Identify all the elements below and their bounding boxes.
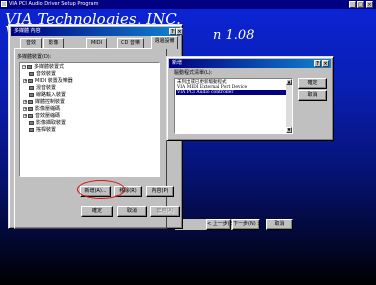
tree-item[interactable]: + 媒體控制裝置 <box>23 99 65 105</box>
add-dialog-titlebar: 新增 ? × <box>169 59 331 68</box>
tree-item[interactable]: 影像擷取裝置 <box>29 120 66 126</box>
add-driver-dialog: 新增 ? × 驅動程式清單(L): 未列出或已更新驅動程式 VIA MIDI E… <box>166 56 334 141</box>
wizard-cancel-button[interactable]: 取消 <box>266 219 293 230</box>
tree-item[interactable]: + 音效壓縮碼 <box>23 113 60 119</box>
expand-icon[interactable]: + <box>23 114 27 118</box>
tab-devices[interactable]: 週邊設備 <box>151 36 178 49</box>
help-button[interactable]: ? <box>169 28 176 35</box>
device-tree[interactable]: − 多媒體裝置式 音效裝置 + MIDI 裝置及樂器 混音裝置 線路輸入裝置 + 媒體… <box>19 62 160 177</box>
video-codec-icon <box>28 107 33 111</box>
installer-version: n 1.08 <box>213 28 255 43</box>
add-cancel-button[interactable]: 取消 <box>298 90 327 101</box>
setup-titlebar: VIA PCI Audio Driver Setup Program _ □ × <box>0 0 376 9</box>
apply-button: 套用(A) <box>150 206 180 217</box>
properties-titlebar: 多媒體 內容 ? × <box>11 27 183 36</box>
list-scrollbar[interactable]: ▲ ▼ <box>286 79 292 133</box>
properties-button[interactable]: 內容(P) <box>146 186 174 197</box>
tree-item[interactable]: + 影像壓縮碼 <box>23 106 60 112</box>
close-button[interactable]: × <box>322 60 329 67</box>
help-button[interactable]: ? <box>314 60 321 67</box>
scroll-up-icon[interactable]: ▲ <box>286 79 292 85</box>
highlight-circle <box>77 180 125 199</box>
setup-title: VIA PCI Audio Driver Setup Program <box>9 1 99 7</box>
video-capture-icon <box>29 121 34 125</box>
line-input-icon <box>29 93 34 97</box>
driver-list-label: 驅動程式清單(L): <box>174 70 213 76</box>
driver-list[interactable]: 未列出或已更新驅動程式 VIA MIDI External Port Devic… <box>174 78 293 134</box>
tab-sound[interactable]: 音效 <box>20 38 42 48</box>
next-button[interactable]: 下一步(N) > <box>232 219 261 230</box>
joystick-icon <box>29 128 34 132</box>
collapse-icon[interactable]: − <box>22 65 26 69</box>
tab-cd-music[interactable]: CD 音樂 <box>117 38 144 48</box>
back-button[interactable]: < 上一步(B) <box>206 219 235 230</box>
tree-item[interactable]: 搖桿裝置 <box>29 127 56 133</box>
mixer-icon <box>29 86 34 90</box>
devices-label: 多媒體裝置(D): <box>17 54 52 60</box>
ok-button[interactable]: 確定 <box>81 206 113 217</box>
tree-item[interactable]: + MIDI 裝置及樂器 <box>23 78 73 84</box>
setup-app-icon <box>1 1 7 7</box>
tree-item[interactable]: 音效裝置 <box>29 71 56 77</box>
tab-video[interactable]: 影像 <box>43 38 64 48</box>
expand-icon[interactable]: + <box>23 79 27 83</box>
maximize-button[interactable]: □ <box>357 1 364 8</box>
multimedia-icon <box>27 65 32 69</box>
cancel-button[interactable]: 取消 <box>117 206 147 217</box>
tree-item[interactable]: − 多媒體裝置式 <box>22 64 64 70</box>
devices-panel: 多媒體裝置(D): − 多媒體裝置式 音效裝置 + MIDI 裝置及樂器 混音裝置 … <box>14 48 167 229</box>
expand-icon[interactable]: + <box>23 100 27 104</box>
add-dialog-title: 新增 <box>172 60 183 66</box>
scroll-down-icon[interactable]: ▼ <box>286 127 292 133</box>
close-button[interactable]: × <box>176 28 183 35</box>
minimize-button[interactable]: _ <box>349 1 356 8</box>
media-control-icon <box>28 100 33 104</box>
speaker-icon <box>29 72 34 76</box>
midi-icon <box>28 79 33 83</box>
properties-title: 多媒體 內容 <box>14 28 41 34</box>
close-button[interactable]: × <box>366 1 373 8</box>
list-item-selected[interactable]: VIA PCI Audio controller <box>176 90 286 95</box>
tree-item[interactable]: 混音裝置 <box>29 85 56 91</box>
expand-icon[interactable]: + <box>23 107 27 111</box>
tab-midi[interactable]: MIDI <box>86 38 107 48</box>
tree-item[interactable]: 線路輸入裝置 <box>29 92 66 98</box>
add-ok-button[interactable]: 確定 <box>298 78 327 89</box>
audio-codec-icon <box>28 114 33 118</box>
